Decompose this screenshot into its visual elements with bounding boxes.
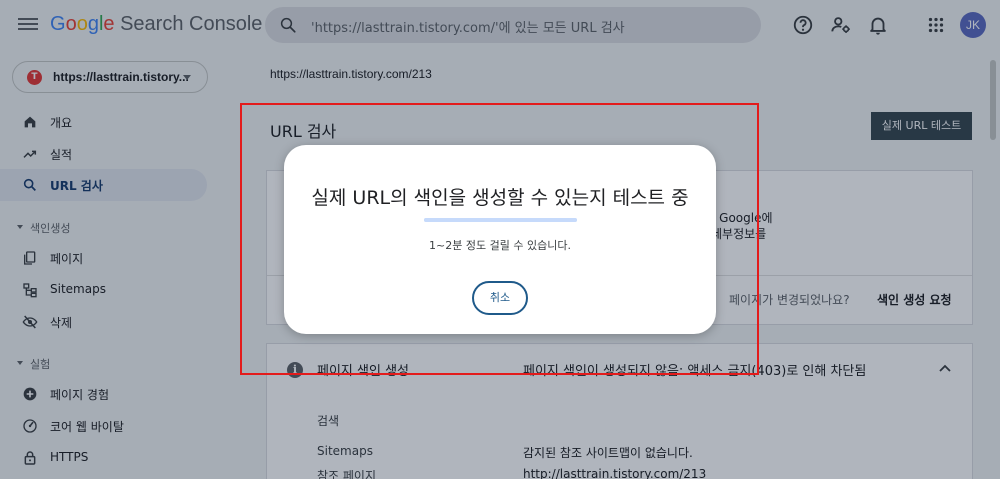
- progress-fill: [424, 218, 577, 222]
- live-test-dialog: 실제 URL의 색인을 생성할 수 있는지 테스트 중 1~2분 정도 걸릴 수…: [284, 145, 716, 334]
- dialog-subtitle: 1~2분 정도 걸릴 수 있습니다.: [429, 239, 571, 252]
- cancel-button[interactable]: 취소: [472, 281, 528, 315]
- dialog-title: 실제 URL의 색인을 생성할 수 있는지 테스트 중: [311, 187, 689, 209]
- progress-bar: [424, 218, 577, 222]
